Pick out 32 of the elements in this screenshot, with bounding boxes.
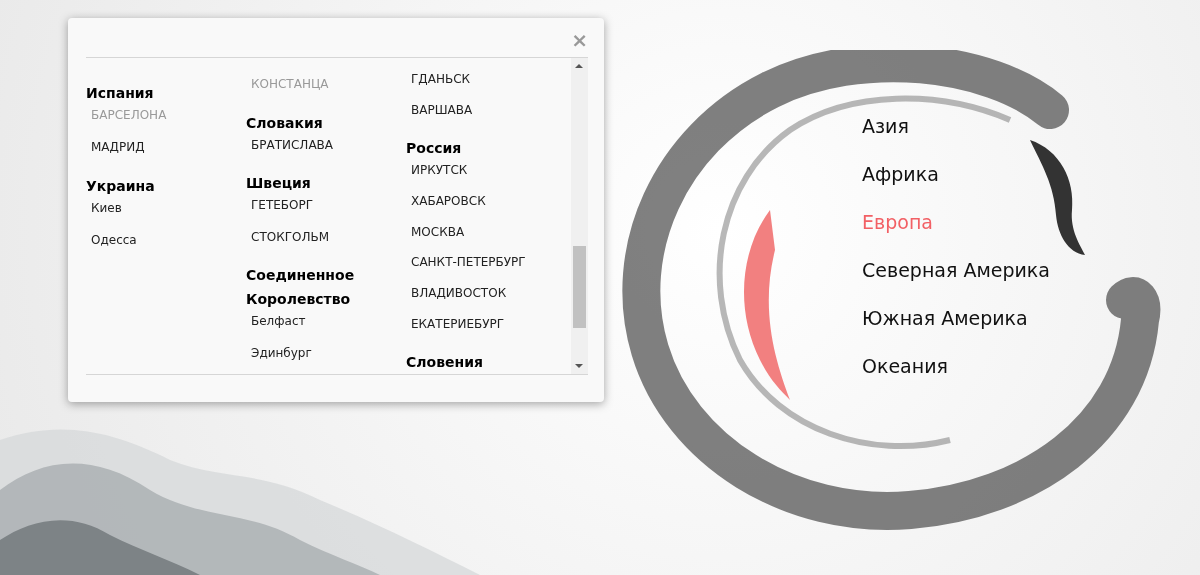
city-link[interactable]: ГДАНЬСК <box>411 71 471 87</box>
city-link[interactable]: ВЛАДИВОСТОК <box>411 285 507 302</box>
continent-link[interactable]: Африка <box>862 158 1050 206</box>
city-link[interactable]: Киев <box>91 200 122 216</box>
country-heading: Словения <box>406 353 484 372</box>
continent-link[interactable]: Северная Америка <box>862 254 1050 302</box>
city-link[interactable]: БРАТИСЛАВА <box>251 136 334 153</box>
scroll-down-icon[interactable] <box>575 364 583 368</box>
scroll-up-icon[interactable] <box>575 64 583 68</box>
city-link[interactable]: Эдинбург <box>251 344 312 361</box>
city-link[interactable]: Белфаст <box>251 313 306 329</box>
city-link[interactable]: МАДРИД <box>91 139 145 155</box>
city-link[interactable]: МОСКВА <box>411 223 465 240</box>
city-link[interactable]: САНКТ-ПЕТЕРБУРГ <box>411 254 526 271</box>
country-heading: Швеция <box>246 174 312 193</box>
country-heading: Россия <box>406 138 463 158</box>
continent-link[interactable]: Южная Америка <box>862 302 1050 350</box>
city-link[interactable]: ГЕТЕБОРГ <box>251 197 314 213</box>
city-link[interactable]: ЕКАТЕРИЕБУРГ <box>411 316 505 333</box>
country-heading: Украина <box>86 177 156 196</box>
city-link[interactable]: Одесса <box>91 232 137 248</box>
country-heading: Испания <box>86 84 155 103</box>
city-link[interactable]: ВАРШАВА <box>411 101 473 118</box>
city-link[interactable]: СТОКГОЛЬМ <box>251 228 330 245</box>
continent-link[interactable]: Океания <box>862 350 1050 398</box>
country-heading: Соединенное Королевство <box>246 266 356 309</box>
city-link[interactable]: ХАБАРОВСК <box>411 192 486 209</box>
scrollbar[interactable] <box>571 58 588 374</box>
country-heading: Словакия <box>246 113 324 133</box>
city-link[interactable]: ИРКУТСК <box>411 161 468 178</box>
continent-link[interactable]: Азия <box>862 110 1050 158</box>
scrollbar-thumb[interactable] <box>573 246 586 328</box>
